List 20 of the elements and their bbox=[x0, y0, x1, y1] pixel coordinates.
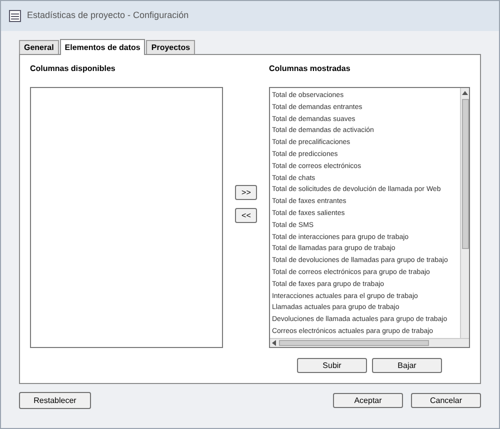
scrollbar-thumb[interactable] bbox=[278, 340, 429, 346]
window-icon bbox=[9, 10, 21, 22]
scroll-up-icon[interactable] bbox=[462, 91, 468, 95]
remove-button[interactable]: << bbox=[235, 208, 258, 223]
tab[interactable]: Elementos de datos bbox=[60, 39, 146, 55]
list-label: Columnas mostradas bbox=[268, 63, 352, 75]
cancel-button[interactable]: Cancelar bbox=[411, 393, 481, 408]
tab[interactable]: Proyectos bbox=[146, 40, 196, 54]
available-columns-list[interactable] bbox=[30, 87, 224, 348]
window-title: Estadísticas de proyecto - Configuración bbox=[27, 9, 189, 22]
tab[interactable]: General bbox=[19, 40, 59, 54]
horizontal-scrollbar[interactable] bbox=[270, 338, 469, 347]
add-button[interactable]: >> bbox=[235, 185, 258, 200]
list-label: Columnas disponibles bbox=[30, 63, 116, 75]
move-down-button[interactable]: Bajar bbox=[372, 358, 442, 373]
scrollbar-thumb[interactable] bbox=[462, 99, 468, 249]
vertical-scrollbar[interactable] bbox=[460, 88, 469, 338]
ok-button[interactable]: Aceptar bbox=[333, 393, 403, 408]
reset-button[interactable]: Restablecer bbox=[19, 392, 91, 409]
move-up-button[interactable]: Subir bbox=[297, 358, 367, 373]
